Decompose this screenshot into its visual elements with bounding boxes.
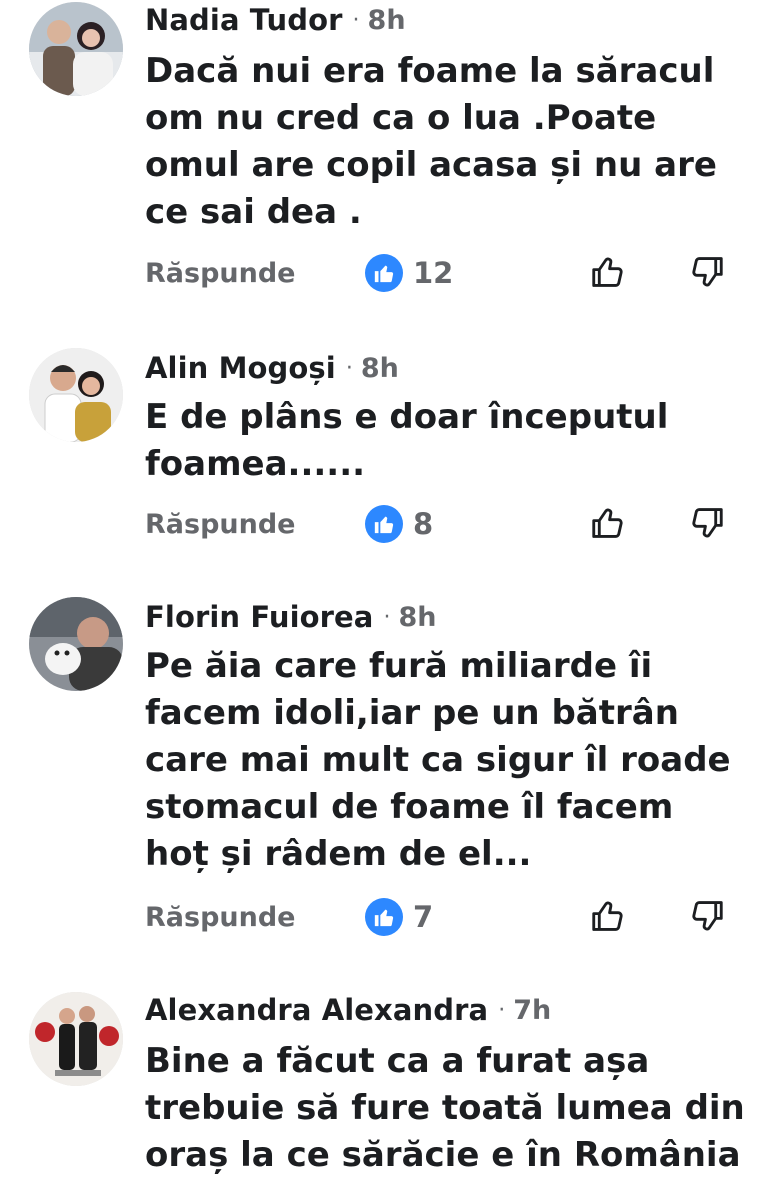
upvote-icon[interactable] (588, 896, 628, 936)
timestamp[interactable]: 8h (368, 5, 406, 36)
reaction-summary[interactable]: 8 (365, 505, 433, 543)
author-name[interactable]: Florin Fuiorea (145, 600, 373, 634)
upvote-icon[interactable] (588, 252, 628, 292)
reaction-count: 7 (413, 900, 434, 934)
reaction-count: 12 (413, 256, 454, 290)
downvote-icon[interactable] (687, 503, 727, 543)
comment-text: Pe ăia care fură miliarde îi facem idoli… (145, 646, 731, 874)
reaction-count: 8 (413, 507, 434, 541)
author-name[interactable]: Alin Mogoși (145, 351, 336, 385)
author-name[interactable]: Alexandra Alexandra (145, 993, 488, 1027)
reply-button[interactable]: Răspunde (145, 509, 296, 540)
timestamp[interactable]: 7h (513, 995, 551, 1026)
separator-dot: · (345, 355, 353, 381)
timestamp[interactable]: 8h (398, 602, 436, 633)
separator-dot: · (352, 7, 360, 33)
avatar[interactable] (29, 2, 123, 96)
author-name[interactable]: Nadia Tudor (145, 3, 343, 37)
comment-actions: Răspunde 7 (0, 896, 763, 940)
comment-text: Dacă nui era foame la săracul om nu cred… (145, 51, 717, 232)
like-icon (365, 505, 403, 543)
timestamp[interactable]: 8h (361, 353, 399, 384)
like-icon (365, 898, 403, 936)
reaction-summary[interactable]: 12 (365, 254, 453, 292)
comment-actions: Răspunde 12 (0, 252, 763, 296)
reply-button[interactable]: Răspunde (145, 258, 296, 289)
comment-text: Bine a făcut ca a furat așa trebuie să f… (145, 1041, 745, 1175)
comment-header: Alin Mogoși · 8h (145, 348, 399, 388)
comment-text: E de plâns e doar începutul foamea...... (145, 397, 669, 484)
separator-dot: · (498, 997, 506, 1023)
comment-header: Alexandra Alexandra · 7h (145, 990, 551, 1030)
reply-button[interactable]: Răspunde (145, 902, 296, 933)
separator-dot: · (383, 604, 391, 630)
upvote-icon[interactable] (588, 503, 628, 543)
comment-header: Florin Fuiorea · 8h (145, 597, 437, 637)
downvote-icon[interactable] (687, 896, 727, 936)
reaction-summary[interactable]: 7 (365, 898, 433, 936)
like-icon (365, 254, 403, 292)
avatar[interactable] (29, 597, 123, 691)
avatar[interactable] (29, 348, 123, 442)
comment-actions: Răspunde 8 (0, 503, 763, 547)
downvote-icon[interactable] (687, 252, 727, 292)
avatar[interactable] (29, 992, 123, 1086)
comment-header: Nadia Tudor · 8h (145, 0, 406, 40)
